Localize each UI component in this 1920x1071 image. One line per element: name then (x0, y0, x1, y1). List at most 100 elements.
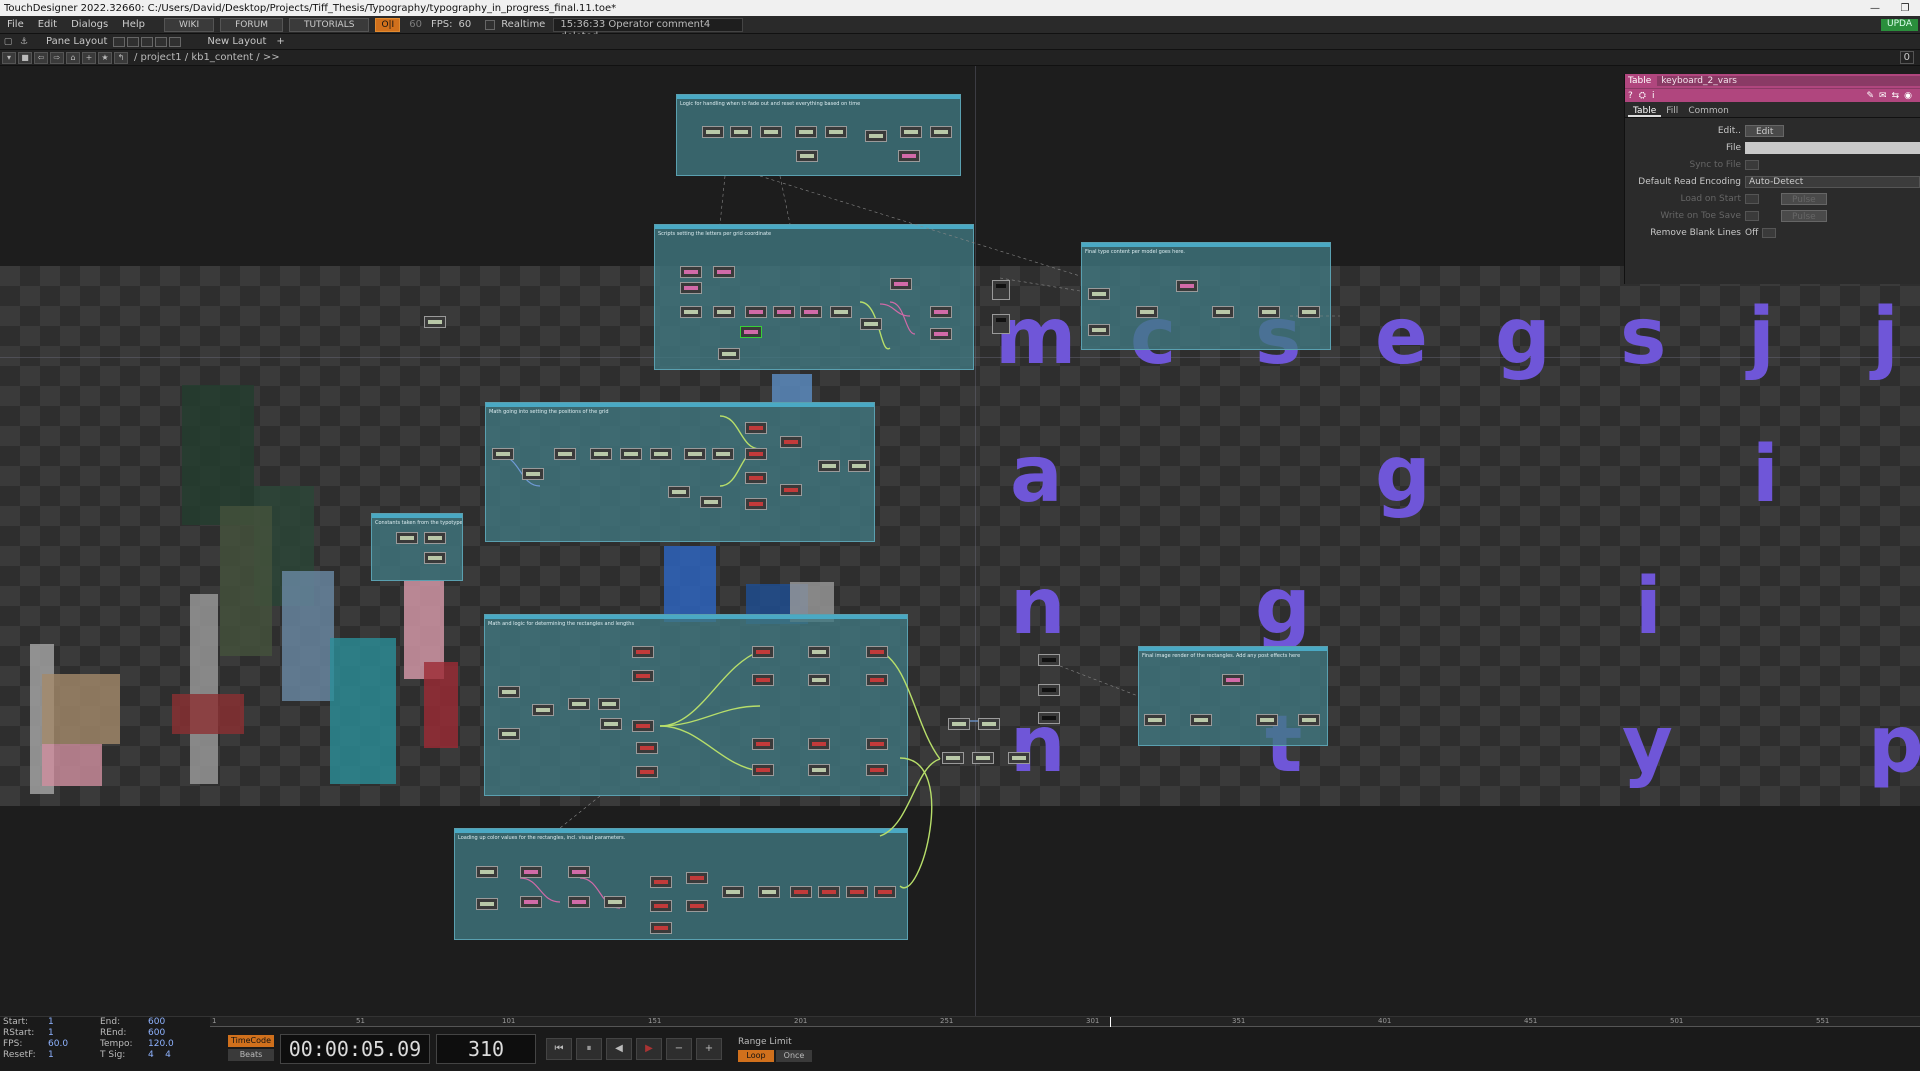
forward-icon[interactable]: ⇨ (50, 51, 64, 64)
anchor-icon[interactable]: ⚓ (16, 37, 32, 47)
operator-node[interactable] (522, 468, 544, 480)
network-box-constants[interactable]: Constants taken from the typotype (371, 513, 463, 581)
operator-node[interactable] (992, 314, 1010, 334)
operator-node[interactable] (900, 126, 922, 138)
operator-node[interactable] (650, 900, 672, 912)
load-pulse-button[interactable]: Pulse (1781, 192, 1827, 205)
pause-button[interactable]: ⏸ (576, 1038, 602, 1060)
operator-node[interactable] (568, 698, 590, 710)
rend-value[interactable]: 600 (148, 1028, 165, 1038)
operator-node[interactable] (818, 460, 840, 472)
operator-node[interactable] (808, 646, 830, 658)
up-icon[interactable]: ↰ (114, 51, 128, 64)
update-button[interactable]: UPDA (1881, 18, 1918, 31)
operator-node[interactable] (598, 698, 620, 710)
operator-node[interactable] (780, 436, 802, 448)
operator-node[interactable] (680, 266, 702, 278)
operator-node[interactable] (650, 448, 672, 460)
menu-edit[interactable]: Edit (31, 19, 64, 30)
operator-node[interactable] (942, 752, 964, 764)
operator-node[interactable] (978, 718, 1000, 730)
operator-node[interactable] (745, 498, 767, 510)
operator-node[interactable] (752, 738, 774, 750)
fps-value[interactable]: 60.0 (48, 1039, 68, 1049)
operator-node[interactable] (668, 486, 690, 498)
operator-node[interactable] (1258, 306, 1280, 318)
operator-node[interactable] (773, 306, 795, 318)
operator-node[interactable] (1222, 674, 1244, 686)
start-value[interactable]: 1 (48, 1017, 54, 1027)
python-icon[interactable]: ⛭ (1639, 91, 1646, 101)
timeline-ruler[interactable]: 1 51 101 151 201 251 301 351 401 451 501… (210, 1017, 1920, 1027)
operator-node[interactable] (568, 866, 590, 878)
realtime-checkbox[interactable] (485, 19, 496, 30)
tutorials-button[interactable]: TUTORIALS (288, 17, 370, 32)
resetf-value[interactable]: 1 (48, 1050, 54, 1060)
end-value[interactable]: 600 (148, 1017, 165, 1027)
operator-node[interactable] (890, 278, 912, 290)
timecode-button[interactable]: TimeCode (228, 1035, 274, 1047)
layout-split-button[interactable] (127, 36, 140, 47)
operator-node[interactable] (1136, 306, 1158, 318)
operator-node[interactable] (600, 718, 622, 730)
operator-node[interactable] (865, 130, 887, 142)
sync-toggle[interactable] (1745, 159, 1759, 170)
operator-node[interactable] (702, 126, 724, 138)
back-icon[interactable]: ⇦ (34, 51, 48, 64)
menu-file[interactable]: File (0, 19, 31, 30)
operator-node[interactable] (790, 886, 812, 898)
step-back-button[interactable]: ◀ (606, 1038, 632, 1060)
operator-node[interactable] (686, 900, 708, 912)
load-on-start-toggle[interactable] (1745, 193, 1759, 204)
minimize-button[interactable]: — (1860, 3, 1890, 14)
bookmark-icon[interactable]: ★ (98, 51, 112, 64)
operator-node[interactable] (568, 896, 590, 908)
operator-node[interactable] (476, 898, 498, 910)
network-box-final-render[interactable]: Final image render of the rectangles. Ad… (1138, 646, 1328, 746)
param-tools[interactable]: ✎✉⇆◉ (1867, 91, 1917, 101)
operator-node[interactable] (1088, 324, 1110, 336)
operator-node[interactable] (796, 150, 818, 162)
tab-table[interactable]: Table (1628, 106, 1662, 117)
operator-node[interactable] (632, 670, 654, 682)
menu-help[interactable]: Help (115, 19, 152, 30)
tab-common[interactable]: Common (1683, 106, 1734, 117)
new-layout-label[interactable]: New Layout (183, 36, 272, 47)
timecode-display[interactable]: 00:00:05.09 (280, 1034, 430, 1064)
tab-fill[interactable]: Fill (1661, 106, 1683, 117)
operator-node[interactable] (808, 674, 830, 686)
operator-node[interactable] (992, 280, 1010, 300)
operator-node[interactable] (424, 532, 446, 544)
operator-node[interactable] (712, 448, 734, 460)
operator-node[interactable] (1176, 280, 1198, 292)
operator-node[interactable] (874, 886, 896, 898)
operator-node[interactable] (396, 532, 418, 544)
operator-node[interactable] (1088, 288, 1110, 300)
playhead[interactable] (1110, 1017, 1111, 1027)
operator-node[interactable] (760, 126, 782, 138)
remove-blank-toggle[interactable] (1762, 227, 1777, 238)
layout-single-button[interactable] (113, 36, 126, 47)
play-button[interactable]: ▶ (636, 1038, 662, 1060)
once-button[interactable]: Once (776, 1049, 812, 1062)
operator-node[interactable] (532, 704, 554, 716)
operator-node[interactable] (554, 448, 576, 460)
fps-toggle[interactable]: O|I (375, 17, 401, 32)
file-field[interactable] (1745, 141, 1920, 154)
operator-node[interactable] (1038, 712, 1060, 724)
layout-grid-button[interactable] (169, 36, 182, 47)
write-on-save-toggle[interactable] (1745, 210, 1759, 221)
operator-node[interactable] (636, 742, 658, 754)
edit-button[interactable]: Edit (1745, 124, 1785, 137)
operator-node[interactable] (866, 764, 888, 776)
operator-node[interactable] (808, 764, 830, 776)
operator-node[interactable] (498, 728, 520, 740)
operator-node[interactable] (752, 646, 774, 658)
operator-node[interactable] (930, 328, 952, 340)
frame-display[interactable]: 310 (436, 1034, 536, 1064)
operator-node[interactable] (818, 886, 840, 898)
operator-node[interactable] (780, 484, 802, 496)
operator-node[interactable] (846, 886, 868, 898)
operator-node[interactable] (1144, 714, 1166, 726)
operator-node[interactable] (713, 306, 735, 318)
